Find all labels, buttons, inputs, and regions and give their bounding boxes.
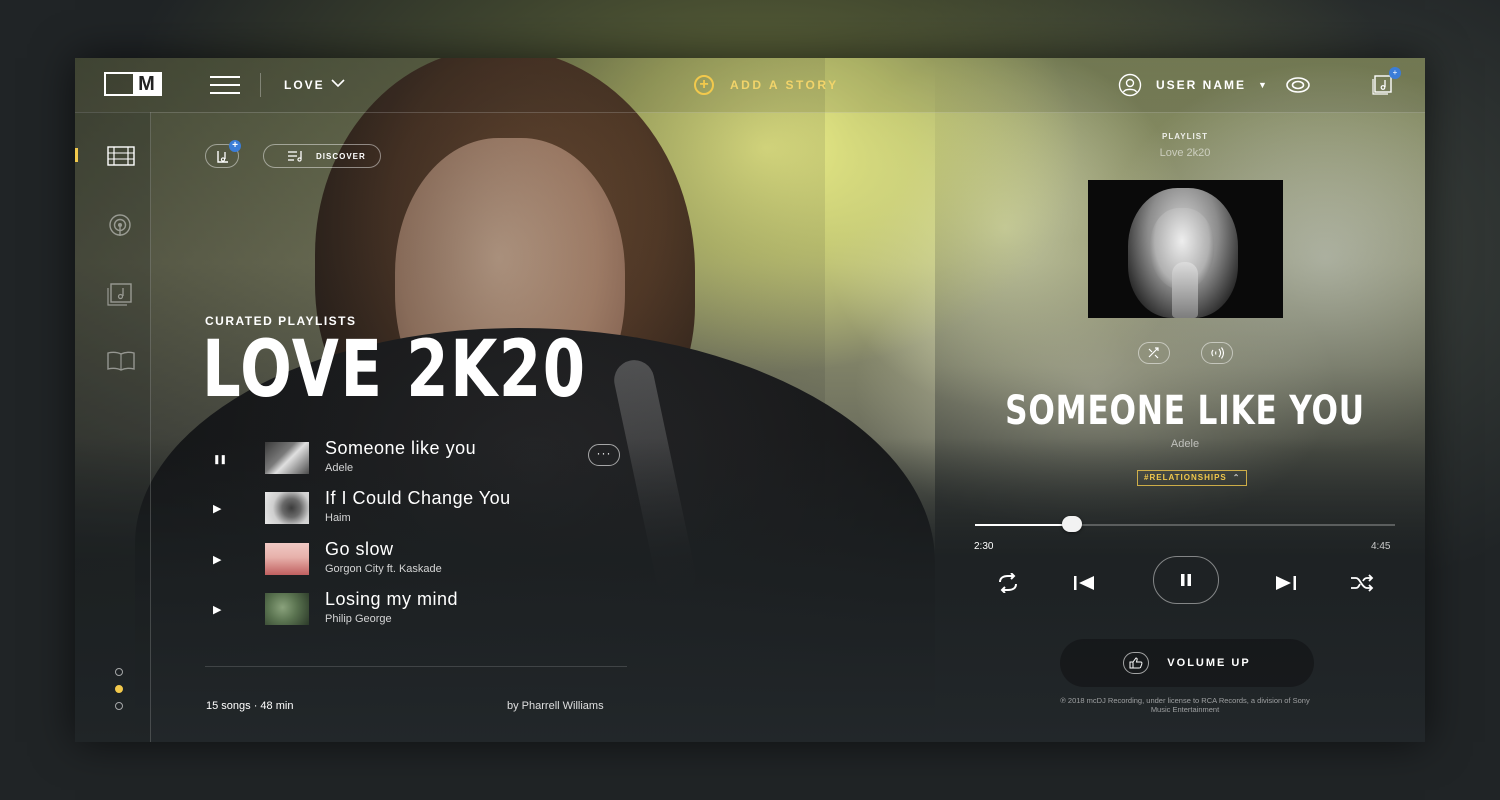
app-logo[interactable]: M	[104, 72, 162, 96]
library-badge: +	[1389, 67, 1401, 79]
track-thumbnail	[265, 442, 309, 474]
add-story-label: ADD A STORY	[730, 78, 839, 92]
copyright-notice: ℗ 2018 mcDJ Recording, under license to …	[1060, 696, 1310, 714]
library-icon[interactable]: +	[1371, 67, 1401, 96]
play-icon[interactable]: ▶	[213, 553, 221, 566]
next-icon	[1276, 576, 1296, 590]
add-story-button[interactable]: + ADD A STORY	[694, 73, 839, 97]
play-icon[interactable]: ▶	[213, 603, 221, 616]
user-icon	[1118, 73, 1142, 97]
track-artist: Haim	[325, 512, 351, 524]
track-artist: Philip George	[325, 613, 392, 625]
pause-icon[interactable]: ❚❚	[213, 454, 227, 465]
track-artist: Adele	[325, 462, 354, 474]
list-divider	[205, 666, 627, 667]
broadcast-button[interactable]	[1201, 342, 1233, 364]
shuffle-icon	[1351, 574, 1374, 592]
page-indicator	[115, 668, 123, 719]
thumbs-up-icon	[1123, 652, 1150, 674]
top-bar: M LOVE + ADD A STORY USER NAME ▼ +	[75, 58, 1425, 113]
shuffle-off-icon	[1148, 347, 1159, 359]
page-dot[interactable]	[115, 702, 123, 710]
track-thumbnail	[265, 543, 309, 575]
broadcast-icon	[1211, 347, 1224, 359]
repeat-icon	[999, 573, 1017, 593]
page-dot[interactable]	[115, 668, 123, 676]
no-repeat-button[interactable]	[1138, 342, 1170, 364]
seek-bar[interactable]	[975, 516, 1395, 532]
playlist-summary: 15 songs · 48 min	[206, 700, 294, 712]
discover-button[interactable]: DISCOVER	[263, 144, 381, 168]
volume-up-button[interactable]: VOLUME UP	[1060, 639, 1314, 687]
sidebar-item-stories[interactable]	[75, 340, 150, 380]
repeat-button[interactable]	[991, 566, 1025, 600]
sidebar	[75, 112, 151, 742]
track-thumbnail	[265, 593, 309, 625]
tag-label: #RELATIONSHIPS	[1144, 473, 1227, 482]
discover-label: DISCOVER	[316, 151, 366, 161]
add-badge: +	[229, 140, 241, 152]
track-row[interactable]: ▶ Go slow Gorgon City ft. Kaskade	[205, 539, 625, 581]
track-title: If I Could Change You	[325, 488, 511, 508]
add-playlist-button[interactable]: +	[205, 140, 241, 168]
nav-dropdown-label[interactable]: LOVE	[284, 78, 325, 92]
playlist-name[interactable]: Love 2k20	[1120, 147, 1250, 159]
page-dot-active[interactable]	[115, 685, 123, 693]
queue-music-icon	[288, 151, 302, 162]
sidebar-item-music[interactable]	[75, 272, 150, 312]
logo-letter: M	[133, 72, 160, 96]
time-total: 4:45	[1371, 541, 1391, 552]
user-name: USER NAME	[1156, 78, 1247, 92]
seek-handle[interactable]	[1061, 516, 1082, 532]
sidebar-item-podcasts[interactable]	[75, 204, 150, 244]
more-options-button[interactable]: ···	[588, 444, 620, 466]
next-button[interactable]	[1269, 566, 1303, 600]
pause-button[interactable]	[1153, 556, 1219, 604]
now-playing-artist[interactable]: Adele	[1120, 438, 1250, 450]
caret-down-icon: ▼	[1258, 80, 1267, 90]
caret-up-icon: ⌃	[1232, 473, 1241, 482]
track-title: Go slow	[325, 539, 394, 559]
seek-progress	[975, 524, 1072, 526]
menu-icon[interactable]	[210, 76, 240, 94]
track-thumbnail	[265, 492, 309, 524]
previous-button[interactable]	[1067, 566, 1101, 600]
volume-up-label: VOLUME UP	[1167, 657, 1251, 669]
sidebar-item-videos[interactable]	[75, 136, 150, 176]
podcast-icon	[109, 214, 131, 236]
pause-icon	[1181, 574, 1191, 586]
watch-icon[interactable]	[1285, 74, 1311, 101]
now-playing-title: SOMEONE LIKE YOU	[1005, 388, 1365, 434]
playlist-author[interactable]: by Pharrell Williams	[507, 700, 604, 712]
shuffle-button[interactable]	[1345, 566, 1379, 600]
track-row[interactable]: ▶ Losing my mind Philip George	[205, 589, 625, 631]
playlist-add-icon	[217, 151, 228, 163]
cover-art-hands	[1172, 262, 1198, 318]
album-cover	[1088, 180, 1283, 318]
chevron-down-icon[interactable]	[331, 77, 345, 91]
plus-circle-icon: +	[694, 75, 714, 95]
track-title: Someone like you	[325, 438, 477, 458]
playlist-label: PLAYLIST	[1162, 132, 1208, 141]
music-library-icon	[107, 283, 132, 306]
book-icon	[107, 351, 135, 371]
play-icon[interactable]: ▶	[213, 502, 221, 515]
track-artist: Gorgon City ft. Kaskade	[325, 563, 442, 575]
tag-badge[interactable]: #RELATIONSHIPS ⌃	[1137, 470, 1248, 486]
music-app-window: M LOVE + ADD A STORY USER NAME ▼ + + DIS…	[75, 58, 1425, 742]
film-icon	[107, 146, 135, 166]
previous-icon	[1074, 576, 1094, 590]
nav-divider	[260, 73, 261, 97]
track-row[interactable]: ❚❚ Someone like you Adele ···	[205, 438, 625, 480]
track-title: Losing my mind	[325, 589, 459, 609]
user-menu[interactable]: USER NAME ▼	[1118, 73, 1267, 97]
playlist-title: LOVE 2K20	[202, 325, 587, 415]
track-row[interactable]: ▶ If I Could Change You Haim	[205, 488, 625, 530]
time-elapsed: 2:30	[974, 541, 994, 552]
active-indicator	[75, 148, 78, 162]
